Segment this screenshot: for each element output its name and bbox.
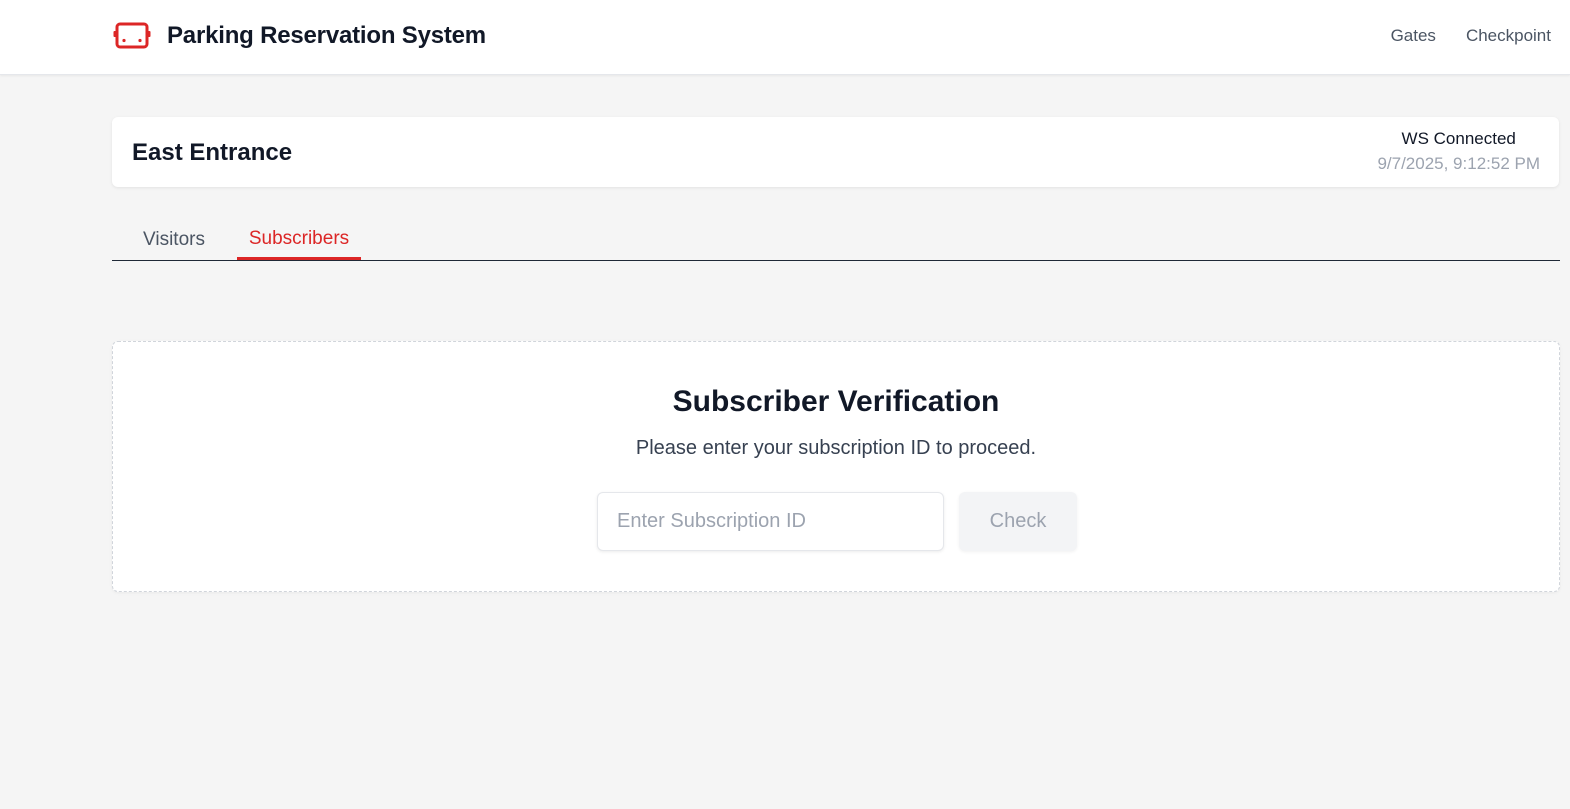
app-title: Parking Reservation System — [167, 22, 486, 49]
subscription-id-input[interactable] — [597, 492, 944, 551]
verification-title: Subscriber Verification — [672, 385, 1000, 418]
verification-description: Please enter your subscription ID to pro… — [635, 437, 1037, 459]
tab-visitors[interactable]: Visitors — [132, 220, 216, 260]
tab-subscribers[interactable]: Subscribers — [237, 220, 361, 260]
tab-bar: Visitors Subscribers — [112, 220, 1560, 261]
gate-name: East Entrance — [132, 139, 293, 166]
brand[interactable]: Parking Reservation System — [113, 21, 486, 51]
gate-header-card: East Entrance WS Connected 9/7/2025, 9:1… — [112, 117, 1559, 187]
subscriber-verification-card: Subscriber Verification Please enter you… — [112, 341, 1560, 592]
current-timestamp: 9/7/2025, 9:12:52 PM — [1377, 154, 1540, 173]
top-navbar: Parking Reservation System Gates Checkpo… — [0, 0, 1570, 75]
connection-status: WS Connected 9/7/2025, 9:12:52 PM — [1377, 129, 1540, 174]
check-button[interactable]: Check — [959, 492, 1077, 551]
nav-link-gates[interactable]: Gates — [1391, 25, 1436, 47]
nav-link-checkpoint[interactable]: Checkpoint — [1466, 25, 1551, 47]
bus-icon — [113, 22, 151, 49]
main-nav: Gates Checkpoint — [1391, 25, 1551, 47]
ws-status-label: WS Connected — [1401, 129, 1516, 148]
